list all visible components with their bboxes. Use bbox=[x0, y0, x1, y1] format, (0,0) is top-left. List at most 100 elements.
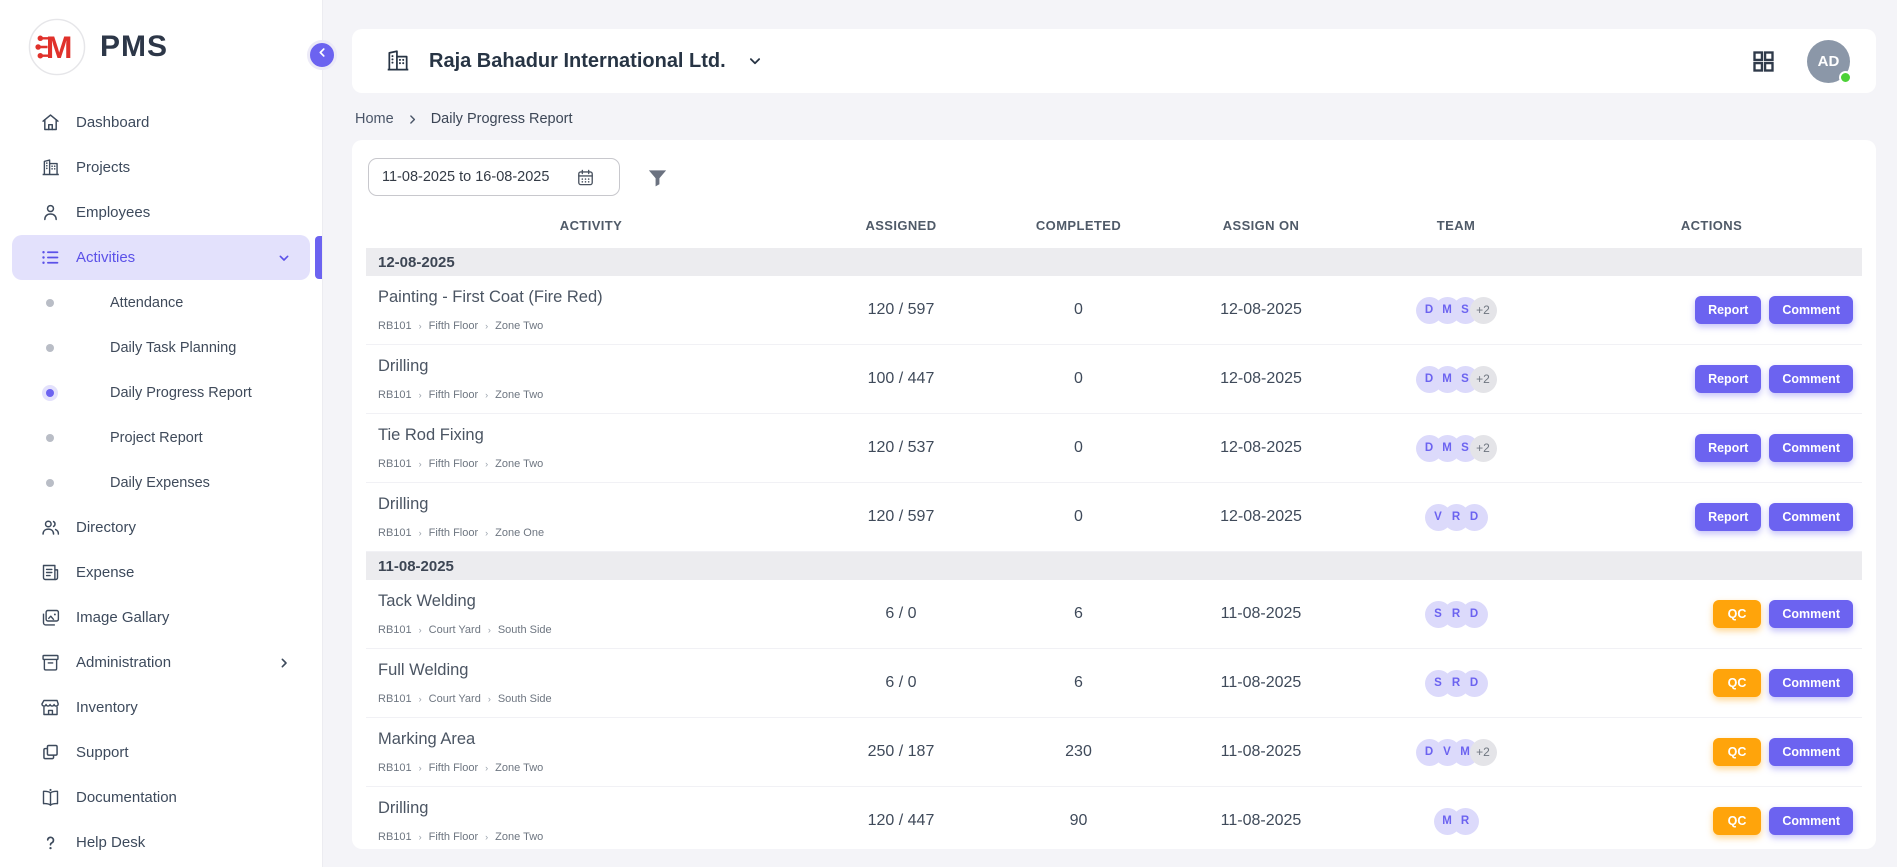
sidebar-item-dashboard[interactable]: Dashboard bbox=[0, 100, 322, 145]
comment-button[interactable]: Comment bbox=[1769, 807, 1853, 835]
comment-button[interactable]: Comment bbox=[1769, 669, 1853, 697]
chevron-separator: › bbox=[485, 390, 488, 400]
comment-button[interactable]: Comment bbox=[1769, 296, 1853, 324]
sidebar-collapse-button[interactable] bbox=[307, 40, 337, 70]
chevron-separator: › bbox=[419, 763, 422, 773]
activity-location: RB101›Fifth Floor›Zone Two bbox=[378, 320, 816, 332]
row-actions: QCComment bbox=[1561, 669, 1862, 697]
qc-button[interactable]: QC bbox=[1713, 807, 1762, 835]
breadcrumb-home[interactable]: Home bbox=[355, 111, 394, 127]
row-actions: Report Comment bbox=[1561, 365, 1862, 393]
sidebar-item-activities[interactable]: Activities bbox=[12, 235, 310, 280]
activity-location: RB101›Fifth Floor›Zone Two bbox=[378, 458, 816, 470]
sidebar-item-help-desk[interactable]: Help Desk bbox=[0, 820, 322, 865]
sidebar-item-documentation[interactable]: Documentation bbox=[0, 775, 322, 820]
activity-title: Marking Area bbox=[378, 730, 816, 749]
report-button[interactable]: Report bbox=[1695, 503, 1761, 531]
report-button[interactable]: Report bbox=[1695, 434, 1761, 462]
location-segment: RB101 bbox=[378, 762, 412, 774]
chevron-separator: › bbox=[419, 321, 422, 331]
assign-on-date: 11-08-2025 bbox=[1171, 812, 1351, 830]
sidebar-item-label: Employees bbox=[76, 204, 150, 221]
comment-button[interactable]: Comment bbox=[1769, 365, 1853, 393]
user-avatar[interactable]: AD bbox=[1807, 40, 1850, 83]
sidebar-subitem-daily-task-planning[interactable]: Daily Task Planning bbox=[0, 325, 322, 370]
sidebar-subitem-attendance[interactable]: Attendance bbox=[0, 280, 322, 325]
location-segment: South Side bbox=[498, 693, 552, 705]
table-row: Full WeldingRB101›Court Yard›South Side6… bbox=[366, 649, 1862, 718]
row-actions: QCComment bbox=[1561, 807, 1862, 835]
comment-button[interactable]: Comment bbox=[1769, 738, 1853, 766]
location-segment: Zone Two bbox=[495, 389, 543, 401]
qc-button[interactable]: QC bbox=[1713, 669, 1762, 697]
date-range-input[interactable] bbox=[382, 169, 570, 185]
bullet-icon bbox=[46, 479, 54, 487]
completed-value: 0 bbox=[986, 370, 1171, 388]
sidebar-item-label: Documentation bbox=[76, 789, 177, 806]
location-segment: Zone Two bbox=[495, 831, 543, 843]
activity-location: RB101›Court Yard›South Side bbox=[378, 624, 816, 636]
report-button[interactable]: Report bbox=[1695, 296, 1761, 324]
sidebar-subitem-daily-progress-report[interactable]: Daily Progress Report bbox=[0, 370, 322, 415]
completed-value: 6 bbox=[986, 605, 1171, 623]
team-avatars: DMS+2 bbox=[1351, 297, 1561, 324]
completed-value: 0 bbox=[986, 301, 1171, 319]
sidebar-item-administration[interactable]: Administration bbox=[0, 640, 322, 685]
calendar-icon bbox=[576, 168, 595, 187]
qc-button[interactable]: QC bbox=[1713, 738, 1762, 766]
assign-on-date: 12-08-2025 bbox=[1171, 301, 1351, 319]
sidebar-item-label: Projects bbox=[76, 159, 130, 176]
sidebar-subitem-daily-expenses[interactable]: Daily Expenses bbox=[0, 460, 322, 505]
qc-button[interactable]: QC bbox=[1713, 600, 1762, 628]
sidebar-item-inventory[interactable]: Inventory bbox=[0, 685, 322, 730]
location-segment: Court Yard bbox=[429, 624, 481, 636]
sidebar-subitem-project-report[interactable]: Project Report bbox=[0, 415, 322, 460]
team-avatars: DMS+2 bbox=[1351, 366, 1561, 393]
activity-title: Drilling bbox=[378, 799, 816, 818]
sidebar-item-label: Help Desk bbox=[76, 834, 145, 851]
comment-button[interactable]: Comment bbox=[1769, 434, 1853, 462]
completed-value: 0 bbox=[986, 508, 1171, 526]
date-group-header: 12-08-2025 bbox=[366, 248, 1862, 276]
team-avatars: SRD bbox=[1351, 601, 1561, 628]
sidebar-item-directory[interactable]: Directory bbox=[0, 505, 322, 550]
comment-button[interactable]: Comment bbox=[1769, 503, 1853, 531]
location-segment: Fifth Floor bbox=[429, 527, 479, 539]
app-title: PMS bbox=[100, 30, 168, 64]
chevron-separator: › bbox=[488, 694, 491, 704]
date-range-picker[interactable] bbox=[368, 158, 620, 196]
column-header-team: TEAM bbox=[1351, 218, 1561, 233]
location-segment: Fifth Floor bbox=[429, 762, 479, 774]
breadcrumb: Home Daily Progress Report bbox=[355, 111, 1876, 127]
chevron-separator: › bbox=[485, 528, 488, 538]
building-icon bbox=[40, 157, 61, 178]
archive-icon bbox=[40, 652, 61, 673]
filter-funnel-icon[interactable] bbox=[646, 166, 669, 189]
bullet-icon bbox=[46, 389, 54, 397]
location-segment: Zone Two bbox=[495, 320, 543, 332]
main-area: Raja Bahadur International Ltd. AD Home … bbox=[323, 0, 1897, 867]
company-selector[interactable]: Raja Bahadur International Ltd. bbox=[385, 48, 764, 74]
report-button[interactable]: Report bbox=[1695, 365, 1761, 393]
column-header-assigned: ASSIGNED bbox=[816, 218, 986, 233]
completed-value: 6 bbox=[986, 674, 1171, 692]
sidebar-item-projects[interactable]: Projects bbox=[0, 145, 322, 190]
table-row: Tie Rod FixingRB101›Fifth Floor›Zone Two… bbox=[366, 414, 1862, 483]
chevron-separator: › bbox=[485, 459, 488, 469]
location-segment: Court Yard bbox=[429, 693, 481, 705]
location-segment: Zone One bbox=[495, 527, 544, 539]
store-icon bbox=[40, 697, 61, 718]
comment-button[interactable]: Comment bbox=[1769, 600, 1853, 628]
apps-grid-icon[interactable] bbox=[1750, 48, 1777, 75]
chevron-left-icon bbox=[315, 45, 330, 65]
location-segment: Fifth Floor bbox=[429, 389, 479, 401]
sidebar-item-expense[interactable]: Expense bbox=[0, 550, 322, 595]
sidebar-item-support[interactable]: Support bbox=[0, 730, 322, 775]
column-header-actions: ACTIONS bbox=[1561, 218, 1862, 233]
sidebar-nav: Dashboard Projects Employees Activities Atte… bbox=[0, 100, 322, 865]
assign-on-date: 12-08-2025 bbox=[1171, 439, 1351, 457]
logo-mark-icon: M bbox=[28, 18, 86, 76]
sidebar-item-image-gallary[interactable]: Image Gallary bbox=[0, 595, 322, 640]
sidebar-subitem-label: Attendance bbox=[110, 295, 183, 311]
sidebar-item-employees[interactable]: Employees bbox=[0, 190, 322, 235]
